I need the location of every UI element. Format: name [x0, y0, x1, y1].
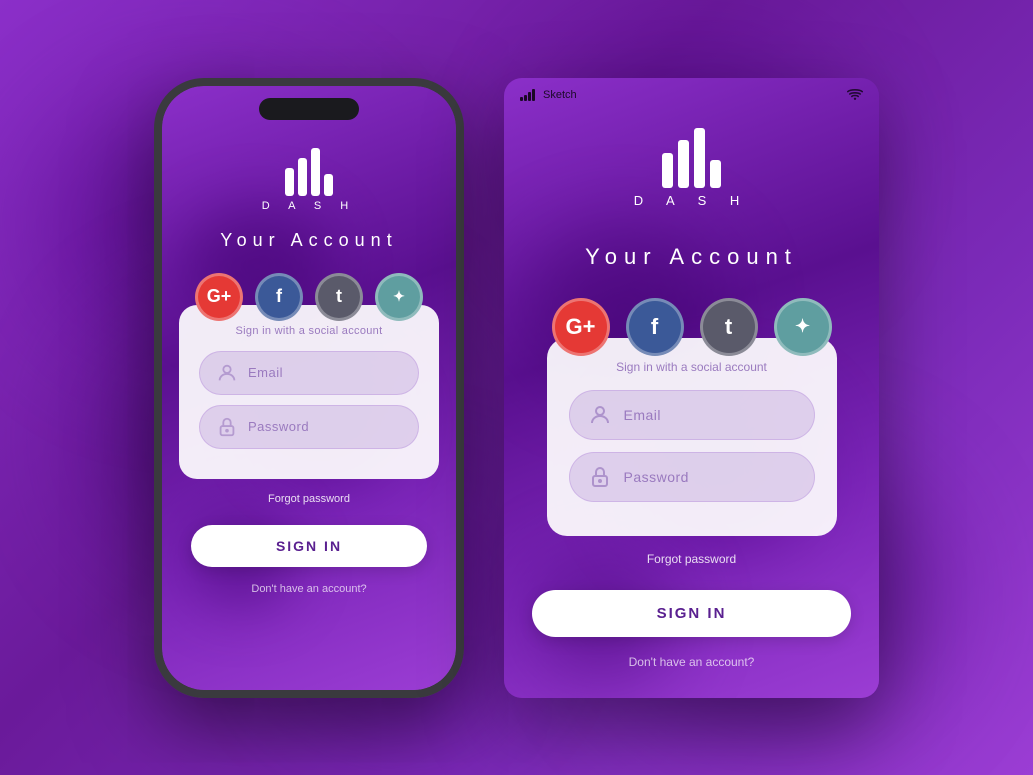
status-app-name: Sketch [543, 89, 577, 101]
phone-no-account[interactable]: Don't have an account? [251, 583, 366, 595]
wifi-icon [847, 88, 863, 103]
flat-forgot-password[interactable]: Forgot password [647, 552, 736, 566]
flat-logo-bar-3 [694, 128, 705, 188]
phone-google-icon[interactable]: G+ [195, 273, 243, 321]
flat-lock-icon [588, 465, 612, 489]
flat-logo-bar-2 [678, 140, 689, 188]
phone-inner: D A S H Your Account G+ f t ✦ Sign in wi… [162, 86, 456, 690]
scene: D A S H Your Account G+ f t ✦ Sign in wi… [154, 78, 879, 698]
phone-social-icons: G+ f t ✦ [195, 273, 423, 321]
phone-sign-in-button[interactable]: SIGN IN [191, 525, 426, 567]
phone-content: D A S H Your Account G+ f t ✦ Sign in wi… [162, 86, 456, 595]
flat-google-icon[interactable]: G+ [552, 298, 610, 356]
phone-lock-icon [216, 416, 238, 438]
phone-email-group [199, 351, 419, 395]
status-left: Sketch [520, 89, 577, 101]
phone-logo-text: D A S H [262, 200, 357, 212]
flat-email-input[interactable] [624, 407, 796, 423]
phone-email-input[interactable] [248, 365, 402, 380]
flat-logo-bar-4 [710, 160, 721, 188]
phone-sign-in-social-text: Sign in with a social account [199, 325, 419, 337]
phone-password-group [199, 405, 419, 449]
flat-password-input[interactable] [624, 469, 796, 485]
flat-dropbox-icon[interactable]: ✦ [774, 298, 832, 356]
flat-logo-bar-1 [662, 153, 673, 188]
logo-bar-1 [285, 168, 294, 196]
phone-login-card: Sign in with a social account [179, 305, 439, 479]
dash-logo: D A S H [262, 141, 357, 212]
phone-notch [259, 98, 359, 120]
flat-tumblr-icon[interactable]: t [700, 298, 758, 356]
phone-user-icon [216, 362, 238, 384]
flat-logo-text: D A S H [634, 193, 750, 208]
phone-logo-bars [285, 141, 333, 196]
flat-dash-logo: D A S H [634, 118, 750, 208]
flat-status-bar: Sketch [504, 78, 879, 108]
phone-tumblr-icon[interactable]: t [315, 273, 363, 321]
flat-tagline: Your Account [585, 244, 798, 270]
signal-bars-icon [520, 89, 535, 101]
phone-mockup: D A S H Your Account G+ f t ✦ Sign in wi… [154, 78, 464, 698]
phone-password-input[interactable] [248, 419, 402, 434]
phone-forgot-password[interactable]: Forgot password [268, 493, 350, 505]
flat-no-account[interactable]: Don't have an account? [629, 655, 755, 669]
logo-bar-4 [324, 174, 333, 196]
flat-logo-bars [662, 118, 721, 188]
flat-content: D A S H Your Account G+ f t ✦ Sign in wi… [504, 108, 879, 669]
phone-facebook-icon[interactable]: f [255, 273, 303, 321]
flat-social-icons: G+ f t ✦ [552, 298, 832, 356]
flat-sign-in-social-text: Sign in with a social account [569, 360, 815, 374]
flat-user-icon [588, 403, 612, 427]
logo-bar-2 [298, 158, 307, 196]
flat-facebook-icon[interactable]: f [626, 298, 684, 356]
flat-login-card: Sign in with a social account [547, 338, 837, 536]
phone-tagline: Your Account [220, 230, 397, 251]
flat-screen: Sketch [504, 78, 879, 698]
flat-sign-in-button[interactable]: SIGN IN [532, 590, 851, 637]
flat-email-group [569, 390, 815, 440]
phone-dropbox-icon[interactable]: ✦ [375, 273, 423, 321]
logo-bar-3 [311, 148, 320, 196]
flat-password-group [569, 452, 815, 502]
